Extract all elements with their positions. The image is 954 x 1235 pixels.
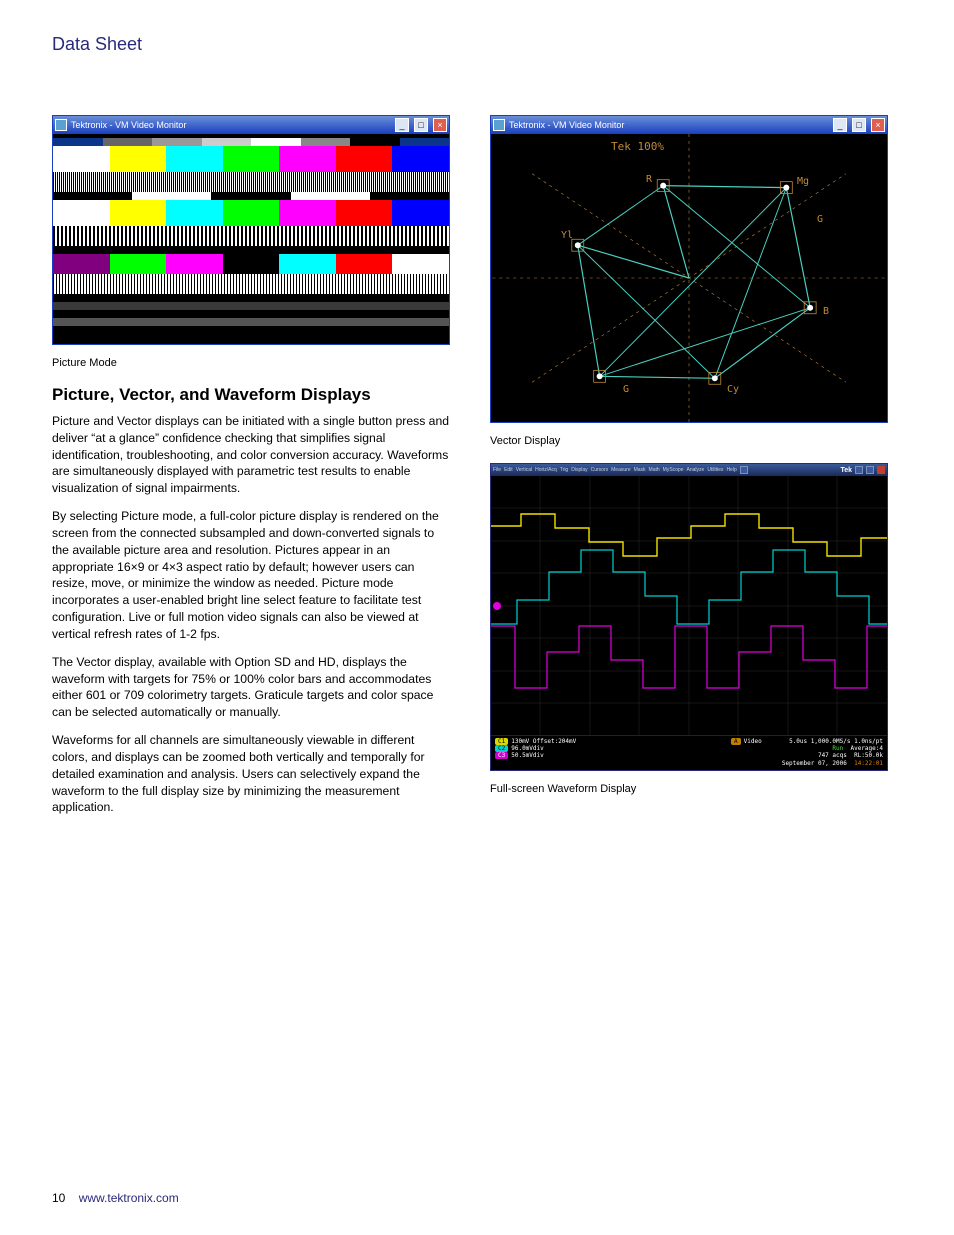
waveform-plot [491, 476, 887, 736]
vector-label-mg: Mg [797, 176, 809, 187]
paragraph: Waveforms for all channels are simultane… [52, 732, 450, 816]
timebase-readout: 5.0us 1,000.0MS/s 1.0ns/pt [782, 738, 883, 745]
paragraph: Picture and Vector displays can be initi… [52, 413, 450, 497]
time-readout: 14:22:01 [854, 760, 883, 767]
close-button[interactable] [877, 466, 885, 474]
video-readout: Video [744, 738, 762, 745]
minimize-button[interactable] [855, 466, 863, 474]
waveform-window: File Edit Vertical Horiz/Acq Trig Displa… [490, 463, 888, 771]
vector-label-yl: Yl [561, 230, 573, 241]
menu-item[interactable]: Edit [504, 467, 513, 473]
close-button[interactable]: × [433, 118, 447, 132]
figure-caption: Full-screen Waveform Display [490, 783, 902, 795]
samples-readout: 747 acqs [818, 752, 847, 759]
ch1-readout: 130mV Offset:204mV [511, 738, 576, 745]
waveform-readout: C1130mV Offset:204mV C296.0mVdiv C350.5m… [491, 736, 887, 770]
menu-item[interactable]: Utilities [707, 467, 723, 473]
menu-item[interactable]: Cursors [591, 467, 609, 473]
window-title: Tektronix - VM Video Monitor [71, 120, 186, 130]
paragraph: The Vector display, available with Optio… [52, 654, 450, 721]
menu-item[interactable]: Help [726, 467, 736, 473]
oscilloscope-menubar: File Edit Vertical Horiz/Acq Trig Displa… [491, 464, 887, 476]
menu-item[interactable]: Analyze [687, 467, 705, 473]
menu-item[interactable]: Trig [560, 467, 568, 473]
minimize-button[interactable]: _ [395, 118, 409, 132]
footer-url: www.tektronix.com [79, 1191, 179, 1205]
paragraph: By selecting Picture mode, a full-color … [52, 508, 450, 643]
titlebar: Tektronix - VM Video Monitor _ □ × [491, 116, 887, 134]
app-icon [493, 119, 505, 131]
picture-mode-window: Tektronix - VM Video Monitor _ □ × [52, 115, 450, 345]
maximize-button[interactable]: □ [414, 118, 428, 132]
vector-label-r: R [646, 174, 652, 185]
ch3-badge: C3 [495, 752, 508, 759]
vectorscope-svg [491, 134, 887, 422]
ch1-badge: C1 [495, 738, 508, 745]
ch2-readout: 96.0mVdiv [511, 745, 544, 752]
window-title: Tektronix - VM Video Monitor [509, 120, 624, 130]
vector-canvas: Tek 100% [491, 134, 887, 422]
vector-label-g-alt: G [817, 214, 823, 225]
date-readout: September 07, 2006 [782, 760, 847, 767]
ch3-readout: 50.5mVdiv [511, 752, 544, 759]
dropdown-icon[interactable] [740, 466, 748, 474]
menu-item[interactable]: Mask [634, 467, 646, 473]
vector-display-window: Tektronix - VM Video Monitor _ □ × Tek 1… [490, 115, 888, 423]
restore-button[interactable] [866, 466, 874, 474]
section-heading: Picture, Vector, and Waveform Displays [52, 385, 450, 405]
close-button[interactable]: × [871, 118, 885, 132]
menu-item[interactable]: Vertical [516, 467, 532, 473]
menu-item[interactable]: Display [571, 467, 587, 473]
vector-overlay-text: Tek 100% [611, 140, 664, 153]
app-icon [55, 119, 67, 131]
vector-label-g: G [623, 384, 629, 395]
vector-label-cy: Cy [727, 384, 739, 395]
page-footer: 10 www.tektronix.com [52, 1191, 179, 1205]
menu-item[interactable]: Measure [611, 467, 630, 473]
menu-item[interactable]: MyScope [663, 467, 684, 473]
vector-label-b: B [823, 306, 829, 317]
rl-readout: RL:50.0k [854, 752, 883, 759]
menu-item[interactable]: Math [649, 467, 660, 473]
video-badge: A [731, 738, 741, 745]
ch2-badge: C2 [495, 745, 508, 752]
page-header: Data Sheet [52, 34, 902, 55]
titlebar: Tektronix - VM Video Monitor _ □ × [53, 116, 449, 134]
page-number: 10 [52, 1191, 65, 1205]
menu-item[interactable]: Horiz/Acq [535, 467, 557, 473]
picture-canvas [53, 134, 449, 344]
figure-caption: Vector Display [490, 435, 902, 447]
menu-item[interactable]: File [493, 467, 501, 473]
waveform-svg [491, 476, 887, 736]
run-status: Run [832, 745, 843, 752]
maximize-button[interactable]: □ [852, 118, 866, 132]
figure-caption: Picture Mode [52, 357, 450, 369]
minimize-button[interactable]: _ [833, 118, 847, 132]
brand-label: Tek [840, 467, 852, 474]
acq-readout: Average:4 [850, 745, 883, 752]
